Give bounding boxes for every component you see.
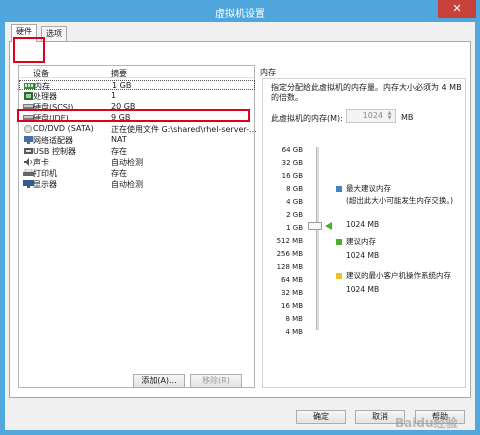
legend-label: 建议的最小客户机操作系统内存 — [346, 271, 451, 280]
close-button[interactable]: ✕ — [438, 0, 476, 18]
tick-label: 16 GB — [281, 172, 303, 180]
highlight-box-hardware-tab — [13, 37, 45, 63]
dialog-body: 硬件 选项 设备 摘要 内存 1 GB 处理器 1 硬盘(SCSI) 20 GB… — [5, 22, 475, 430]
tick-label: 256 MB — [276, 250, 303, 258]
memory-field-label: 此虚拟机的内存(M): — [271, 114, 343, 123]
device-summary: NAT — [111, 135, 127, 144]
tick-label: 32 GB — [281, 159, 303, 167]
legend-value: 1024 MB — [346, 285, 380, 294]
memory-size-input[interactable]: 1024 ▲ ▼ — [346, 109, 396, 123]
max-recommended-swatch-icon — [336, 186, 342, 192]
tick-label: 16 MB — [281, 302, 303, 310]
tick-label: 128 MB — [276, 263, 303, 271]
device-row-network[interactable]: 网络适配器 NAT — [19, 135, 255, 145]
device-name: 处理器 — [33, 92, 57, 101]
legend-value: 1024 MB — [346, 220, 380, 229]
legend-label: 建议内存 — [346, 237, 376, 246]
legend-value: 1024 MB — [346, 251, 380, 260]
tick-label: 1 GB — [286, 224, 303, 232]
memory-group-title: 内存 — [260, 68, 276, 77]
device-row-processor[interactable]: 处理器 1 — [19, 91, 255, 101]
device-name: 网络适配器 — [33, 136, 73, 145]
tick-label: 64 MB — [281, 276, 303, 284]
device-row-usb[interactable]: USB 控制器 存在 — [19, 146, 255, 156]
device-row-sound[interactable]: 声卡 自动检测 — [19, 157, 255, 167]
device-name: 打印机 — [33, 169, 57, 178]
memory-slider-track[interactable] — [316, 147, 319, 330]
device-summary: 自动检测 — [111, 180, 143, 189]
ok-button[interactable]: 确定 — [296, 410, 346, 424]
close-icon: ✕ — [452, 2, 462, 15]
min-swatch-icon — [336, 273, 342, 279]
memory-group-box: 指定分配给此虚拟机的内存量。内存大小必须为 4 MB 的倍数。 此虚拟机的内存(… — [262, 78, 466, 388]
device-name: USB 控制器 — [33, 147, 76, 156]
device-row-display[interactable]: 显示器 自动检测 — [19, 179, 255, 189]
hardware-panel: 设备 摘要 内存 1 GB 处理器 1 硬盘(SCSI) 20 GB 硬盘(ID… — [9, 41, 471, 398]
remove-device-button[interactable]: 移除(R) — [190, 374, 242, 388]
add-device-button[interactable]: 添加(A)... — [133, 374, 185, 388]
title-bar[interactable]: 虚拟机设置 ✕ — [0, 0, 480, 22]
column-summary[interactable]: 摘要 — [111, 68, 127, 79]
tick-label: 64 GB — [281, 146, 303, 154]
window-title: 虚拟机设置 — [215, 9, 265, 20]
tick-label: 8 GB — [286, 185, 303, 193]
spinner-arrows-icon[interactable]: ▲ ▼ — [385, 111, 394, 121]
memory-size-value: 1024 — [362, 111, 383, 120]
device-summary: 1 GB — [112, 81, 132, 90]
legend-label: 最大建议内存 — [346, 184, 391, 193]
device-row-printer[interactable]: 打印机 存在 — [19, 168, 255, 178]
recommended-marker-icon — [325, 222, 332, 230]
tick-label: 512 MB — [276, 237, 303, 245]
memory-settings: 内存 指定分配给此虚拟机的内存量。内存大小必须为 4 MB 的倍数。 此虚拟机的… — [260, 65, 466, 388]
highlight-box-cd-dvd — [17, 109, 250, 122]
tick-label: 4 MB — [285, 328, 303, 336]
device-summary: 正在使用文件 G:\shared\rhel-server-... — [111, 125, 257, 134]
device-summary: 存在 — [111, 147, 127, 156]
device-name: CD/DVD (SATA) — [33, 124, 94, 133]
device-list-header: 设备 摘要 — [19, 66, 254, 78]
memory-unit: MB — [401, 113, 414, 122]
memory-slider-thumb[interactable] — [308, 222, 322, 230]
vm-settings-window: 虚拟机设置 ✕ 硬件 选项 设备 摘要 内存 1 GB 处理器 1 硬盘(SCS… — [0, 0, 480, 435]
recommended-swatch-icon — [336, 239, 342, 245]
device-row-cd-dvd[interactable]: CD/DVD (SATA) 正在使用文件 G:\shared\rhel-serv… — [19, 124, 257, 134]
device-summary: 自动检测 — [111, 158, 143, 167]
device-name: 显示器 — [33, 180, 57, 189]
legend-note: (超出此大小可能发生内存交换。) — [346, 196, 454, 205]
device-summary: 存在 — [111, 169, 127, 178]
tick-label: 4 GB — [286, 198, 303, 206]
watermark: Baidu经验 — [395, 416, 458, 430]
device-row-memory[interactable]: 内存 1 GB — [19, 80, 255, 91]
tick-label: 2 GB — [286, 211, 303, 219]
tick-label: 32 MB — [281, 289, 303, 297]
memory-description: 指定分配给此虚拟机的内存量。内存大小必须为 4 MB 的倍数。 — [271, 83, 462, 102]
tick-label: 8 MB — [285, 315, 303, 323]
column-device[interactable]: 设备 — [33, 68, 49, 79]
device-name: 声卡 — [33, 158, 49, 167]
device-summary: 1 — [111, 91, 117, 100]
